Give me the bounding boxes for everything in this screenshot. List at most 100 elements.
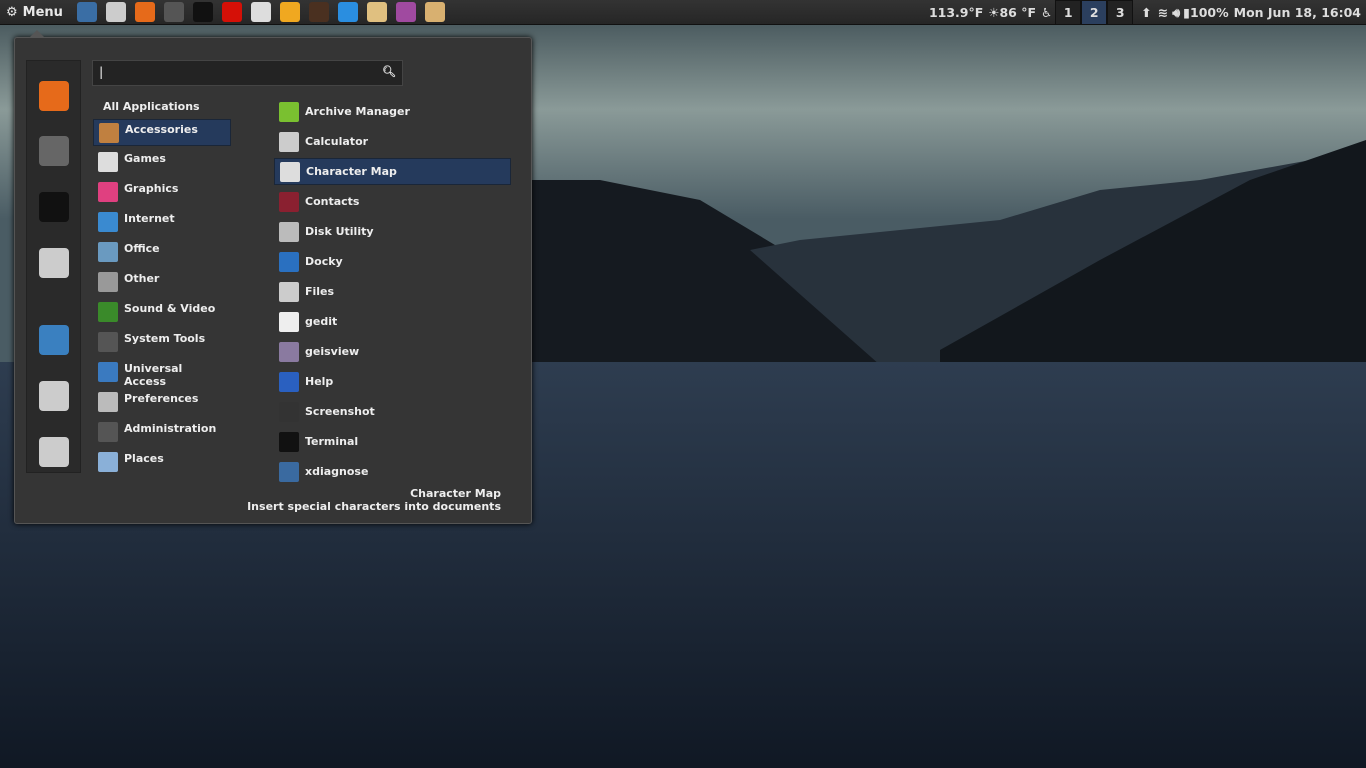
gedit-icon — [279, 311, 299, 332]
top-panel: ⚙ Menu 113.9°F ☀ 86 °F ♿ 123 ⬆ ≋ 🔊︎ ▮ 100… — [0, 0, 1366, 25]
system-tools-icon[interactable] — [164, 2, 185, 22]
firefox-icon[interactable] — [39, 81, 69, 111]
lastfm-icon[interactable] — [222, 2, 243, 22]
files-icon[interactable] — [106, 2, 127, 22]
workspace-3[interactable]: 3 — [1107, 0, 1134, 25]
app-disk-utility[interactable]: Disk Utility — [274, 218, 511, 245]
app-label: xdiagnose — [305, 465, 369, 478]
cpu-temperature: 113.9°F — [928, 5, 984, 20]
app-calculator[interactable]: Calculator — [274, 128, 511, 155]
panel-launchers — [73, 2, 450, 22]
category-label: Graphics — [124, 182, 179, 195]
battery-percent[interactable]: 100% — [1190, 5, 1229, 20]
power-icon[interactable] — [39, 437, 69, 467]
category-label: System Tools — [124, 332, 206, 345]
terminal-icon[interactable] — [39, 192, 69, 222]
all-applications[interactable]: All Applications — [103, 100, 200, 113]
screenshot-icon — [279, 401, 299, 422]
category-internet[interactable]: Internet — [93, 209, 231, 236]
archive-manager-icon — [279, 101, 299, 122]
app-label: Docky — [305, 255, 343, 268]
wifi-icon[interactable]: ≋ — [1158, 5, 1168, 20]
app-description: Character Map Insert special characters … — [247, 487, 501, 513]
category-accessories[interactable]: Accessories — [93, 119, 231, 146]
accessibility-icon[interactable]: ♿ — [1041, 5, 1052, 20]
chat-icon[interactable] — [396, 2, 417, 22]
calculator-icon — [279, 131, 299, 152]
system-monitor-icon[interactable] — [309, 2, 330, 22]
category-label: Administration — [124, 422, 217, 435]
xdiagnose-icon — [279, 461, 299, 482]
office-icon — [98, 242, 118, 262]
category-graphics[interactable]: Graphics — [93, 179, 231, 206]
category-system-tools[interactable]: System Tools — [93, 329, 231, 356]
app-label: Terminal — [305, 435, 359, 448]
app-label: Disk Utility — [305, 225, 374, 238]
terminal-icon — [279, 431, 299, 452]
b-app-icon[interactable] — [280, 2, 301, 22]
lock-screen-icon[interactable] — [39, 325, 69, 355]
weather-icon[interactable]: ☀ — [988, 5, 999, 20]
description-text: Insert special characters into documents — [247, 500, 501, 513]
search-icon: 🔍︎ — [382, 65, 396, 78]
app-label: Screenshot — [305, 405, 375, 418]
application-menu: | 🔍︎ All Applications Character Map Inser… — [14, 30, 532, 524]
app-character-map[interactable]: Character Map — [274, 158, 511, 185]
category-label: Preferences — [124, 392, 199, 405]
category-games[interactable]: Games — [93, 149, 231, 176]
firefox-icon[interactable] — [135, 2, 156, 22]
app-archive-manager[interactable]: Archive Manager — [274, 98, 511, 125]
contacts-icon — [279, 191, 299, 212]
graphics-icon — [98, 182, 118, 202]
app-label: Contacts — [305, 195, 360, 208]
category-preferences[interactable]: Preferences — [93, 389, 231, 416]
gear-icon: ⚙ — [6, 4, 18, 20]
battery-icon[interactable]: ▮ — [1183, 5, 1190, 20]
preferences-icon — [98, 392, 118, 412]
clock[interactable]: Mon Jun 18, 16:04 — [1234, 5, 1361, 20]
paint-icon[interactable] — [367, 2, 388, 22]
app-docky[interactable]: Docky — [274, 248, 511, 275]
menu-button[interactable]: ⚙ Menu — [0, 0, 69, 25]
workspace-2[interactable]: 2 — [1081, 0, 1108, 25]
search-input[interactable]: | 🔍︎ — [92, 60, 403, 86]
editor-icon[interactable] — [425, 2, 446, 22]
category-label: Places — [124, 452, 164, 465]
app-screenshot[interactable]: Screenshot — [274, 398, 511, 425]
files-icon — [279, 281, 299, 302]
app-help[interactable]: Help — [274, 368, 511, 395]
logout-icon[interactable] — [39, 381, 69, 411]
twitter-client-icon[interactable] — [338, 2, 359, 22]
network-upload-icon[interactable]: ⬆ — [1141, 5, 1151, 20]
volume-icon[interactable]: 🔊︎ — [1172, 5, 1180, 21]
category-places[interactable]: Places — [93, 449, 231, 476]
workspace-switcher: 123 — [1055, 0, 1134, 25]
category-administration[interactable]: Administration — [93, 419, 231, 446]
calculator-icon[interactable] — [251, 2, 272, 22]
system-tools-icon[interactable] — [39, 136, 69, 166]
app-files[interactable]: Files — [274, 278, 511, 305]
app-geisview[interactable]: geisview — [274, 338, 511, 365]
category-other[interactable]: Other — [93, 269, 231, 296]
other-icon — [98, 272, 118, 292]
terminal-icon[interactable] — [193, 2, 214, 22]
category-label: Office — [124, 242, 160, 255]
weather-temperature[interactable]: 86 °F — [999, 5, 1036, 20]
workspace-1[interactable]: 1 — [1055, 0, 1082, 25]
character-map-icon — [280, 161, 300, 182]
app-xdiagnose[interactable]: xdiagnose — [274, 458, 511, 485]
app-label: Help — [305, 375, 334, 388]
desktop-settings-icon[interactable] — [77, 2, 98, 22]
app-gedit[interactable]: gedit — [274, 308, 511, 335]
category-office[interactable]: Office — [93, 239, 231, 266]
app-label: Character Map — [306, 165, 397, 178]
app-contacts[interactable]: Contacts — [274, 188, 511, 215]
app-terminal[interactable]: Terminal — [274, 428, 511, 455]
category-label: Other — [124, 272, 160, 285]
files-icon[interactable] — [39, 248, 69, 278]
category-label: Universal Access — [124, 362, 183, 388]
docky-icon — [279, 251, 299, 272]
universal-access-icon — [98, 362, 118, 382]
category-sound-video[interactable]: Sound & Video — [93, 299, 231, 326]
category-universal-access[interactable]: Universal Access — [93, 359, 231, 388]
